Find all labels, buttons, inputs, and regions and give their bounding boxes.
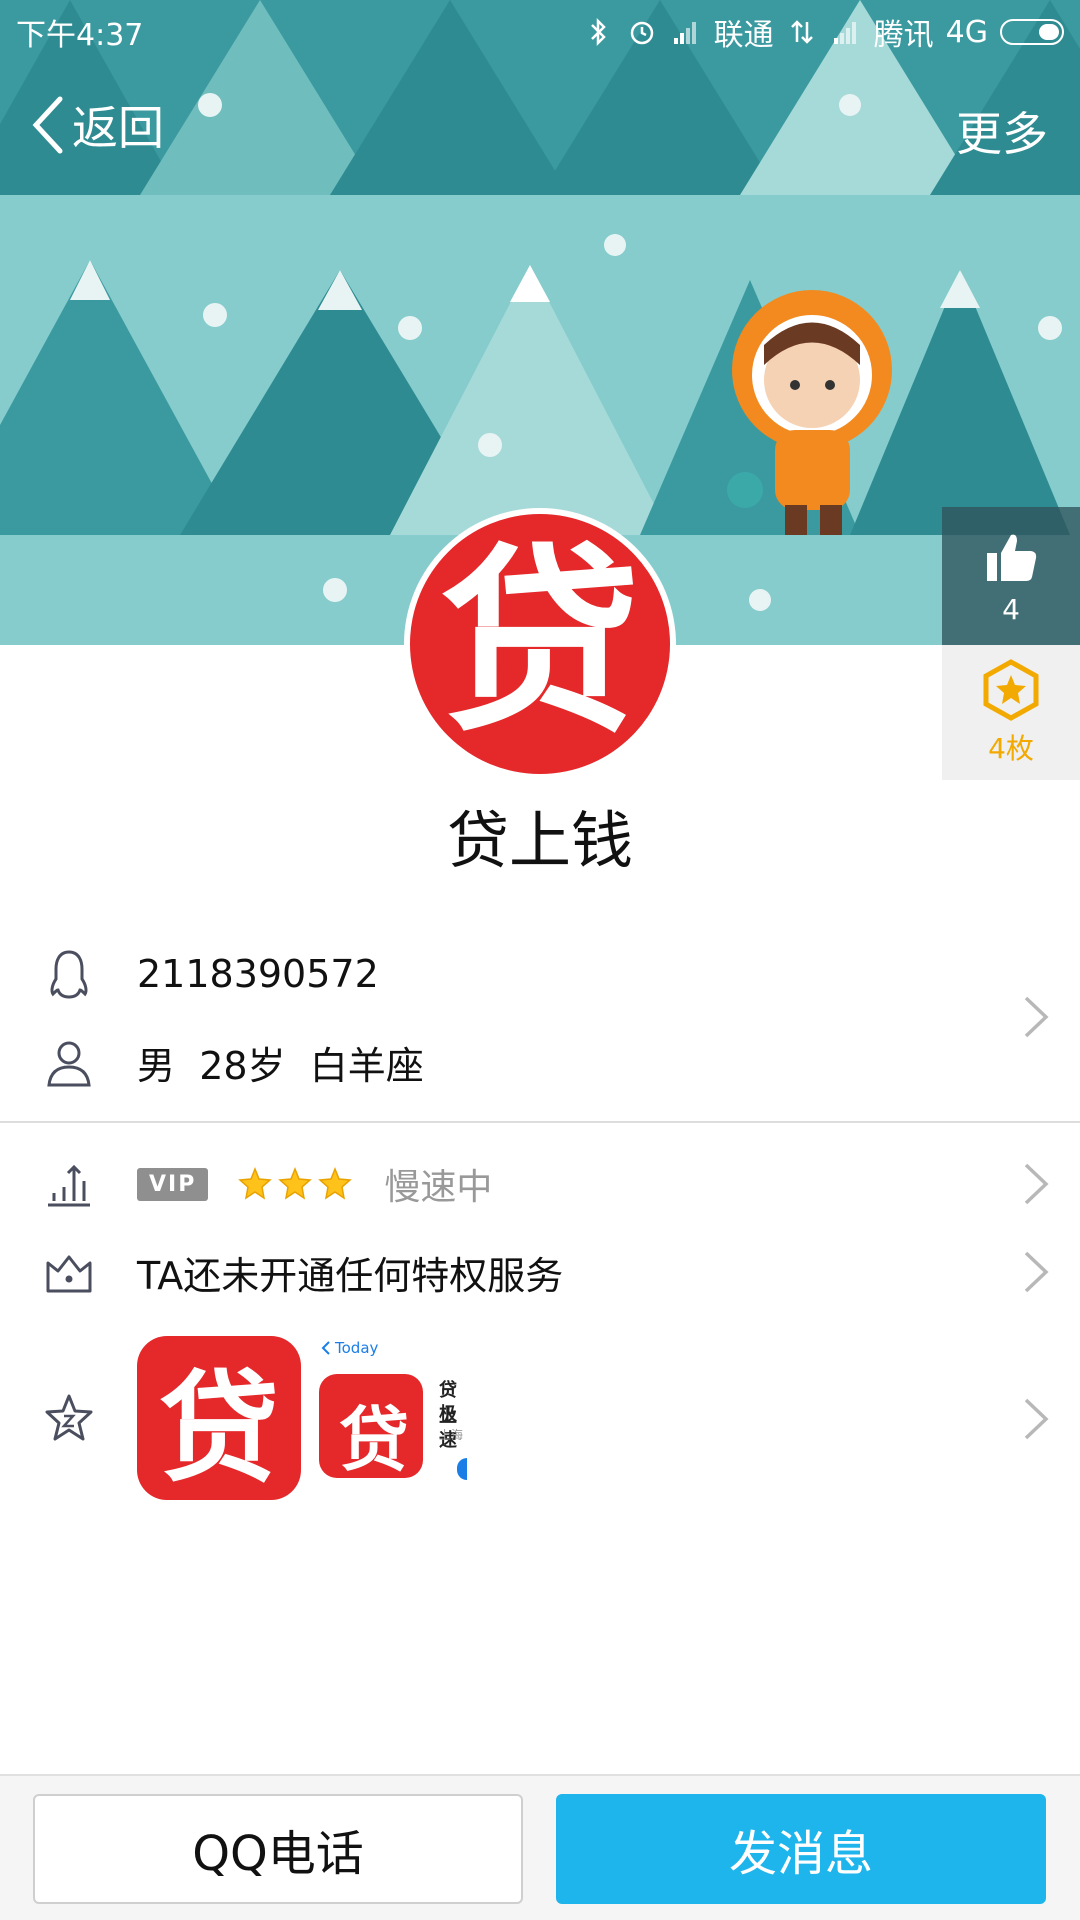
gallery-app-glyph: 贷: [159, 1360, 279, 1499]
signal-icon-2: [833, 22, 856, 44]
medal-star-icon: [983, 658, 1039, 721]
bottom-action-bar: QQ电话 发消息: [0, 1774, 1080, 1920]
gallery-row[interactable]: 贷 Today 贷 贷上 极速 上海: [0, 1336, 1080, 1502]
side-panel: 4 4枚: [942, 507, 1080, 780]
network-type: 4G: [945, 14, 988, 50]
bluetooth-icon: [590, 17, 606, 47]
vip-badge: VIP: [137, 1167, 209, 1201]
medal-count: 4枚: [988, 731, 1034, 765]
speed-status: 慢速中: [384, 1167, 493, 1208]
like-count: 4: [1002, 592, 1020, 626]
profile-name: 贷上钱: [446, 804, 633, 877]
avatar[interactable]: 贷: [404, 508, 676, 780]
medal-button[interactable]: 4枚: [942, 645, 1080, 780]
back-button[interactable]: 返回: [30, 92, 164, 158]
chevron-right-icon: [1024, 1398, 1049, 1440]
more-button[interactable]: 更多: [956, 98, 1048, 164]
level-row[interactable]: VIP 慢速中: [0, 1152, 1080, 1216]
gallery-images: 贷 Today 贷 贷上 极速 上海: [137, 1336, 467, 1500]
carrier-2: 腾讯: [873, 18, 934, 53]
send-message-button[interactable]: 发消息: [556, 1794, 1046, 1904]
basic-info-chevron-area[interactable]: [0, 940, 1080, 1095]
level-content: VIP 慢速中: [137, 1158, 492, 1210]
alarm-icon: [630, 21, 653, 45]
privilege-row[interactable]: TA还未开通任何特权服务: [0, 1240, 1080, 1304]
avatar-image: 贷: [410, 514, 670, 774]
nav-bar: 返回 更多: [0, 80, 1080, 170]
back-label: 返回: [72, 101, 164, 155]
battery-icon: [1000, 19, 1064, 45]
carrier-1: 联通: [713, 18, 774, 53]
chevron-right-icon: [1024, 996, 1049, 1038]
star-icon: [278, 1167, 313, 1200]
status-icons: 联通 腾讯 4G: [582, 10, 1064, 54]
privilege-text: TA还未开通任何特权服务: [137, 1253, 564, 1298]
status-bar: 下午4:37 联通 腾讯 4G: [0, 0, 1080, 56]
qq-call-button[interactable]: QQ电话: [33, 1794, 523, 1904]
avatar-glyph: 贷: [439, 527, 640, 760]
chevron-right-icon: [1024, 1163, 1049, 1205]
level-chart-icon: [48, 1164, 90, 1207]
screenshot-subtitle: 上海: [439, 1428, 464, 1442]
crown-icon: [46, 1255, 92, 1293]
screenshot-today-label: Today: [335, 1339, 379, 1357]
screenshot-glyph: 贷: [339, 1399, 409, 1481]
star-icon: [238, 1167, 273, 1200]
signal-icon: [673, 22, 696, 44]
thumbs-up-icon: [987, 534, 1037, 581]
level-stars: [238, 1167, 353, 1201]
divider: [0, 1121, 1080, 1123]
gallery-app-icon[interactable]: 贷: [137, 1336, 301, 1500]
status-time: 下午4:37: [16, 18, 144, 53]
chevron-right-icon: [1024, 1251, 1049, 1293]
chevron-left-icon: [32, 96, 63, 154]
favorite-star-icon: [45, 1394, 93, 1441]
like-button[interactable]: 4: [942, 507, 1080, 645]
gallery-screenshot[interactable]: Today 贷 贷上 极速 上海: [317, 1336, 467, 1500]
star-icon: [318, 1167, 353, 1200]
data-transfer-icon: [790, 20, 813, 44]
